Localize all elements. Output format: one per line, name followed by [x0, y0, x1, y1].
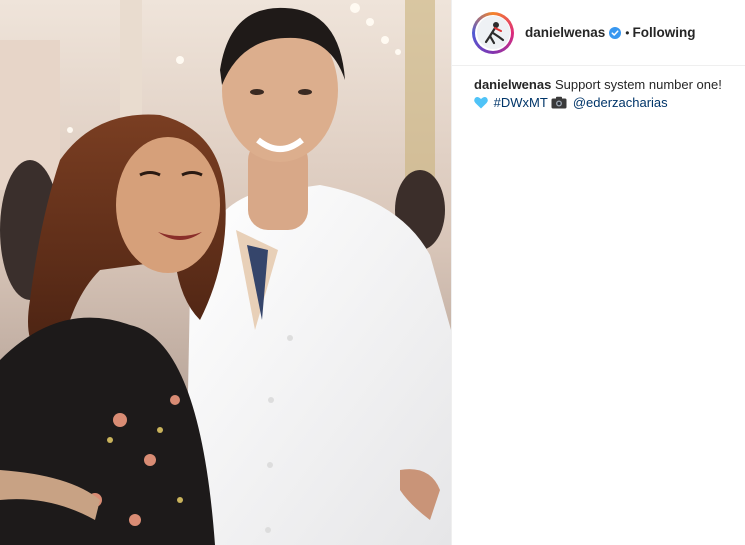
- username-link[interactable]: danielwenas: [525, 25, 605, 40]
- photo-illustration: [0, 0, 451, 545]
- post-side-panel: danielwenas • Following danielwenas Supp…: [451, 0, 745, 545]
- caption-username-link[interactable]: danielwenas: [474, 77, 551, 92]
- following-button[interactable]: Following: [633, 25, 696, 40]
- mention-link[interactable]: @ederzacharias: [573, 95, 668, 110]
- hashtag-link[interactable]: #DWxMT: [494, 95, 548, 110]
- camera-icon: [551, 96, 567, 109]
- verified-badge-icon: [609, 26, 622, 39]
- avatar-image: [476, 16, 510, 49]
- avatar-figure-icon: [476, 16, 510, 49]
- header-separator: •: [625, 25, 630, 40]
- avatar: [475, 14, 511, 51]
- post-caption: danielwenas Support system number one! #…: [452, 66, 745, 112]
- instagram-post: danielwenas • Following danielwenas Supp…: [0, 0, 745, 545]
- post-header: danielwenas • Following: [452, 0, 745, 66]
- caption-text: Support system number one!: [554, 77, 722, 92]
- profile-avatar-ring[interactable]: [472, 11, 514, 54]
- post-photo[interactable]: [0, 0, 451, 545]
- light-blue-heart-icon: [474, 96, 488, 109]
